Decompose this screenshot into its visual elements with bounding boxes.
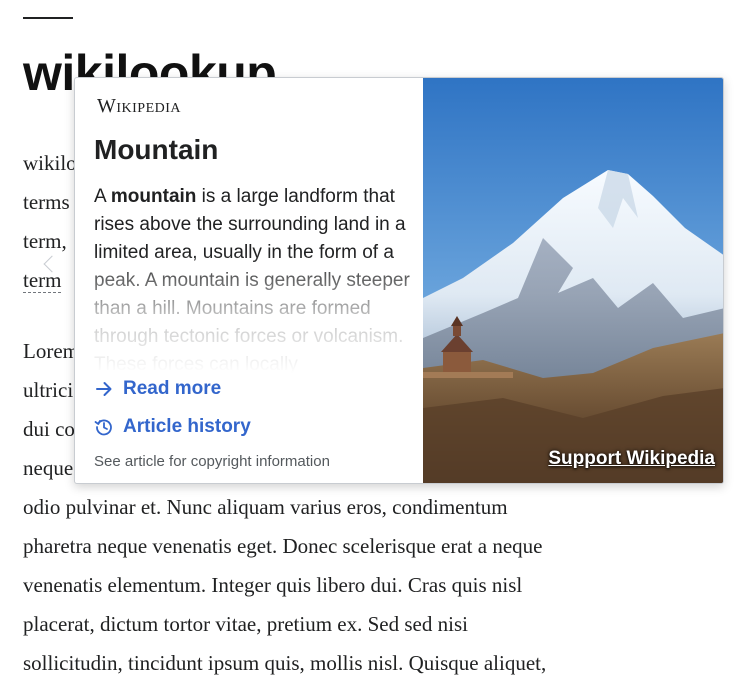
intro-line: term, <box>23 229 67 253</box>
intro-line: terms <box>23 190 70 214</box>
body-line: placerat, dictum tortor vitae, pretium e… <box>23 612 468 636</box>
arrow-right-icon <box>94 379 114 399</box>
article-thumbnail: Support Wikipedia <box>423 78 723 483</box>
history-icon <box>94 417 114 437</box>
body-line: odio pulvinar et. Nunc aliquam varius er… <box>23 495 508 519</box>
body-line: pharetra neque venenatis eget. Donec sce… <box>23 534 543 558</box>
intro-line: wikilo <box>23 151 77 175</box>
intro-line-term: term <box>23 265 62 295</box>
support-wikipedia-link[interactable]: Support Wikipedia <box>548 448 715 470</box>
body-line: ultrici <box>23 378 74 402</box>
preview-text-panel: Wikipedia Mountain A mountain is a large… <box>75 78 423 483</box>
body-line: neque <box>23 456 74 480</box>
wikipedia-preview-popup: Wikipedia Mountain A mountain is a large… <box>74 77 724 484</box>
article-title: Mountain <box>94 134 219 165</box>
wikipedia-wordmark: Wikipedia <box>97 95 182 117</box>
article-history-label: Article history <box>123 416 251 437</box>
top-divider <box>23 17 73 19</box>
wikilookup-term-link[interactable]: term <box>23 268 62 293</box>
article-extract: A mountain is a large landform that rise… <box>94 183 412 373</box>
body-line: sollicitudin, tincidunt ipsum quis, moll… <box>23 651 547 675</box>
extract-prefix: A <box>94 186 111 207</box>
read-more-link[interactable]: Read more <box>94 375 221 403</box>
body-line: venenatis elementum. Integer quis libero… <box>23 573 523 597</box>
read-more-label: Read more <box>123 378 222 399</box>
extract-bold-term: mountain <box>110 186 197 207</box>
article-history-link[interactable]: Article history <box>94 413 251 441</box>
copyright-link[interactable]: See article for copyright information <box>94 453 330 470</box>
extract-fade <box>94 253 412 373</box>
mountain-image <box>423 78 723 483</box>
body-line: dui co <box>23 417 75 441</box>
body-line: Lorem <box>23 339 79 363</box>
